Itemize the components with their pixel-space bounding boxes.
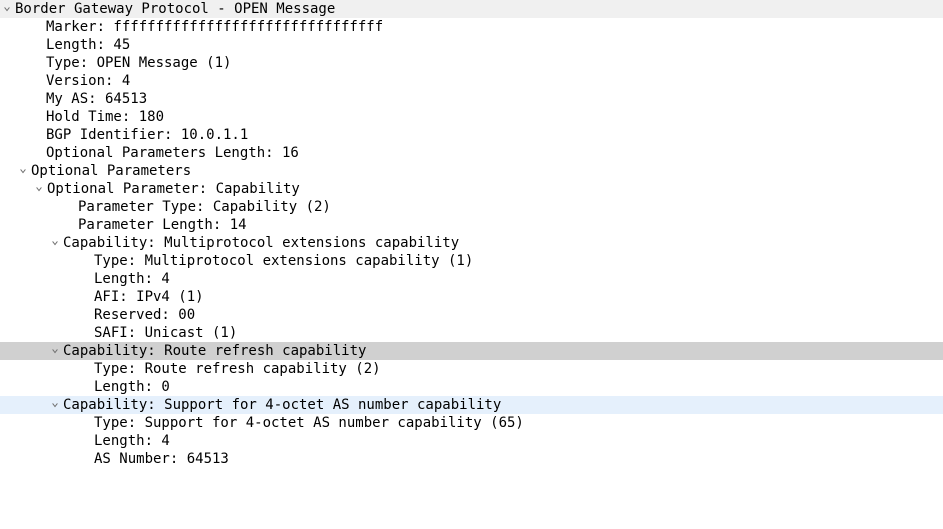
capability-1[interactable]: Capability: Route refresh capability — [0, 342, 943, 360]
capability-2-field-1-label: Length: 4 — [94, 432, 170, 450]
capability-1-field-1[interactable]: Length: 0 — [0, 378, 943, 396]
expand-icon[interactable] — [16, 162, 30, 180]
capability-0-field-4-label: SAFI: Unicast (1) — [94, 324, 237, 342]
capability-2-field-2-label: AS Number: 64513 — [94, 450, 229, 468]
expand-icon[interactable] — [48, 396, 62, 414]
capability-0-field-2[interactable]: AFI: IPv4 (1) — [0, 288, 943, 306]
bgp-open-header-label: Border Gateway Protocol - OPEN Message — [15, 0, 335, 18]
capability-1-label: Capability: Route refresh capability — [63, 342, 366, 360]
capability-0[interactable]: Capability: Multiprotocol extensions cap… — [0, 234, 943, 252]
capability-0-field-2-label: AFI: IPv4 (1) — [94, 288, 204, 306]
field-param-type[interactable]: Parameter Type: Capability (2) — [0, 198, 943, 216]
field-marker-label: Marker: ffffffffffffffffffffffffffffffff — [46, 18, 383, 36]
capability-0-label: Capability: Multiprotocol extensions cap… — [63, 234, 459, 252]
expand-icon[interactable] — [32, 180, 46, 198]
field-param-length-label: Parameter Length: 14 — [78, 216, 247, 234]
field-bgp-id[interactable]: BGP Identifier: 10.0.1.1 — [0, 126, 943, 144]
field-bgp-id-label: BGP Identifier: 10.0.1.1 — [46, 126, 248, 144]
field-type-label: Type: OPEN Message (1) — [46, 54, 231, 72]
capability-0-field-3-label: Reserved: 00 — [94, 306, 195, 324]
capability-2[interactable]: Capability: Support for 4-octet AS numbe… — [0, 396, 943, 414]
field-version[interactable]: Version: 4 — [0, 72, 943, 90]
expand-icon[interactable] — [48, 234, 62, 252]
capability-1-field-0-label: Type: Route refresh capability (2) — [94, 360, 381, 378]
optional-parameter-capability[interactable]: Optional Parameter: Capability — [0, 180, 943, 198]
capability-0-field-0-label: Type: Multiprotocol extensions capabilit… — [94, 252, 473, 270]
capability-0-field-0[interactable]: Type: Multiprotocol extensions capabilit… — [0, 252, 943, 270]
field-type[interactable]: Type: OPEN Message (1) — [0, 54, 943, 72]
field-length[interactable]: Length: 45 — [0, 36, 943, 54]
capability-2-field-0-label: Type: Support for 4-octet AS number capa… — [94, 414, 524, 432]
expand-icon[interactable] — [48, 342, 62, 360]
capability-2-field-2[interactable]: AS Number: 64513 — [0, 450, 943, 468]
capability-0-field-1[interactable]: Length: 4 — [0, 270, 943, 288]
field-opt-len-label: Optional Parameters Length: 16 — [46, 144, 299, 162]
capability-2-field-1[interactable]: Length: 4 — [0, 432, 943, 450]
bgp-open-header[interactable]: Border Gateway Protocol - OPEN Message — [0, 0, 943, 18]
field-length-label: Length: 45 — [46, 36, 130, 54]
packet-tree: Border Gateway Protocol - OPEN MessageMa… — [0, 0, 943, 468]
optional-parameters[interactable]: Optional Parameters — [0, 162, 943, 180]
capability-1-field-0[interactable]: Type: Route refresh capability (2) — [0, 360, 943, 378]
field-my-as-label: My AS: 64513 — [46, 90, 147, 108]
field-param-type-label: Parameter Type: Capability (2) — [78, 198, 331, 216]
capability-1-field-1-label: Length: 0 — [94, 378, 170, 396]
field-opt-len[interactable]: Optional Parameters Length: 16 — [0, 144, 943, 162]
field-hold-time-label: Hold Time: 180 — [46, 108, 164, 126]
field-my-as[interactable]: My AS: 64513 — [0, 90, 943, 108]
capability-2-label: Capability: Support for 4-octet AS numbe… — [63, 396, 501, 414]
capability-2-field-0[interactable]: Type: Support for 4-octet AS number capa… — [0, 414, 943, 432]
field-param-length[interactable]: Parameter Length: 14 — [0, 216, 943, 234]
optional-parameter-capability-label: Optional Parameter: Capability — [47, 180, 300, 198]
expand-icon[interactable] — [0, 0, 14, 18]
optional-parameters-label: Optional Parameters — [31, 162, 191, 180]
capability-0-field-1-label: Length: 4 — [94, 270, 170, 288]
capability-0-field-3[interactable]: Reserved: 00 — [0, 306, 943, 324]
field-marker[interactable]: Marker: ffffffffffffffffffffffffffffffff — [0, 18, 943, 36]
field-version-label: Version: 4 — [46, 72, 130, 90]
capability-0-field-4[interactable]: SAFI: Unicast (1) — [0, 324, 943, 342]
field-hold-time[interactable]: Hold Time: 180 — [0, 108, 943, 126]
